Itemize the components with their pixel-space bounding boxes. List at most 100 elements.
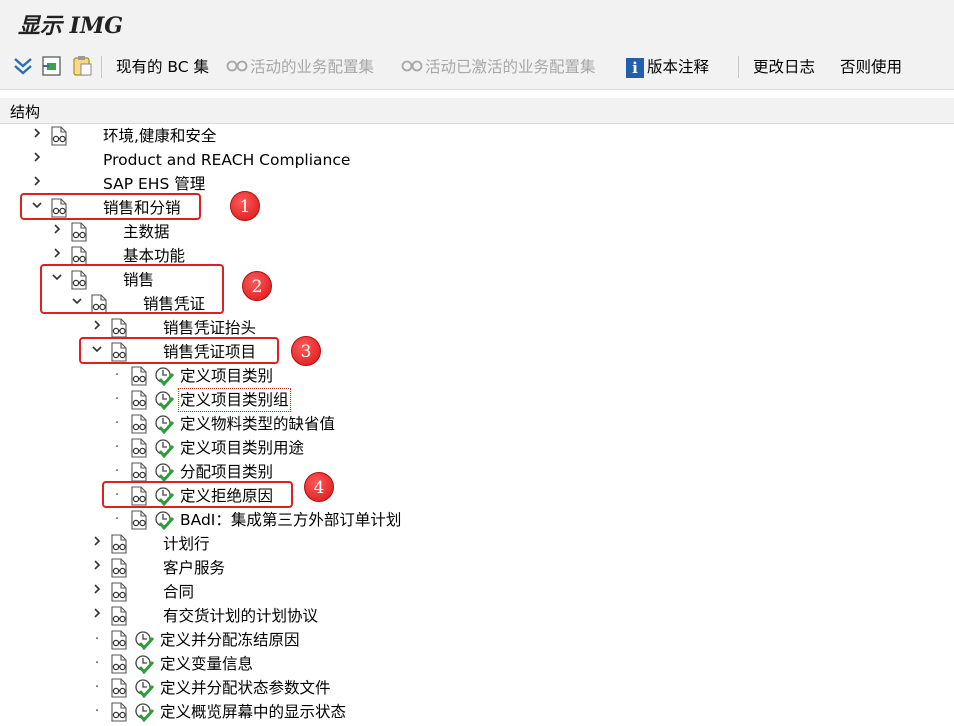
chevron-right-icon[interactable]	[50, 223, 64, 239]
tree-node[interactable]: 合同	[0, 580, 954, 604]
documentation-icon[interactable]	[50, 126, 68, 146]
bc-sets-button[interactable]: 现有的 BC 集	[116, 56, 209, 80]
documentation-icon[interactable]	[110, 678, 128, 698]
tree-node-label[interactable]: 定义项目类别组	[178, 388, 291, 412]
tree-node[interactable]: · 定义变量信息	[0, 652, 954, 676]
tree-node-label[interactable]: 客户服务	[163, 558, 225, 578]
tree-node-label[interactable]: Product and REACH Compliance	[103, 150, 350, 170]
tree-node[interactable]: · 定义项目类别用途	[0, 436, 954, 460]
execute-clock-icon[interactable]	[154, 366, 175, 387]
leaf-dot-icon: ·	[114, 511, 120, 527]
execute-clock-icon[interactable]	[134, 630, 155, 651]
documentation-icon[interactable]	[110, 702, 128, 722]
documentation-icon[interactable]	[70, 246, 88, 266]
position-icon[interactable]	[40, 54, 64, 78]
release-notes-button[interactable]: i 版本注释	[626, 56, 709, 80]
leaf-dot-icon: ·	[114, 439, 120, 455]
leaf-dot-icon: ·	[114, 463, 120, 479]
documentation-icon[interactable]	[110, 318, 128, 338]
execute-clock-icon[interactable]	[154, 438, 175, 459]
toolbar-separator	[101, 56, 102, 78]
chevron-right-icon[interactable]	[90, 319, 104, 335]
annotation-badge-2: 2	[242, 271, 272, 301]
documentation-icon[interactable]	[110, 654, 128, 674]
documentation-icon[interactable]	[130, 390, 148, 410]
structure-header: 结构	[0, 98, 954, 124]
active-bc-set-button[interactable]: 活动的业务配置集	[226, 56, 374, 80]
chevron-right-icon[interactable]	[30, 151, 44, 167]
glasses-icon	[226, 57, 248, 79]
tree-node-label[interactable]: 定义并分配状态参数文件	[160, 678, 331, 698]
expand-all-icon[interactable]	[12, 54, 34, 78]
tree-node[interactable]: Product and REACH Compliance	[0, 148, 954, 172]
documentation-icon[interactable]	[70, 222, 88, 242]
tree-node-label[interactable]: 计划行	[163, 534, 210, 554]
tree-node[interactable]: 主数据	[0, 220, 954, 244]
leaf-dot-icon: ·	[94, 703, 100, 719]
documentation-icon[interactable]	[110, 558, 128, 578]
execute-clock-icon[interactable]	[154, 414, 175, 435]
tree-node-label[interactable]: 定义项目类别	[180, 366, 273, 386]
glasses-icon	[401, 57, 423, 79]
documentation-icon[interactable]	[130, 462, 148, 482]
tree-node[interactable]: 有交货计划的计划协议	[0, 604, 954, 628]
tree-node-label[interactable]: 定义项目类别用途	[180, 438, 304, 458]
tree-node-label[interactable]: 定义并分配冻结原因	[160, 630, 300, 650]
chevron-right-icon[interactable]	[90, 607, 104, 623]
activated-bc-set-button[interactable]: 活动已激活的业务配置集	[401, 56, 596, 80]
documentation-icon[interactable]	[130, 414, 148, 434]
chevron-right-icon[interactable]	[90, 559, 104, 575]
change-log-button[interactable]: 更改日志	[753, 56, 815, 80]
clipboard-icon[interactable]	[70, 54, 94, 78]
chevron-right-icon[interactable]	[30, 175, 44, 191]
execute-clock-icon[interactable]	[154, 510, 175, 531]
tree-node-label[interactable]: 主数据	[123, 222, 170, 242]
window-title: 显示 IMG	[18, 13, 124, 39]
tree-node[interactable]: 计划行	[0, 532, 954, 556]
documentation-icon[interactable]	[110, 582, 128, 602]
title-bar: 显示 IMG	[0, 0, 954, 44]
documentation-icon[interactable]	[110, 606, 128, 626]
execute-clock-icon[interactable]	[134, 702, 155, 723]
leaf-dot-icon: ·	[94, 679, 100, 695]
tree-node[interactable]: · 定义项目类别组	[0, 388, 954, 412]
tree-node[interactable]: · 定义并分配冻结原因	[0, 628, 954, 652]
toolbar-separator	[738, 56, 739, 78]
tree-node-label[interactable]: 有交货计划的计划协议	[163, 606, 318, 626]
documentation-icon[interactable]	[130, 366, 148, 386]
tree-node-label[interactable]: 环境,健康和安全	[103, 126, 216, 146]
execute-clock-icon[interactable]	[134, 654, 155, 675]
chevron-right-icon[interactable]	[50, 247, 64, 263]
tree-node-label[interactable]: SAP EHS 管理	[103, 174, 205, 194]
tree-node-label[interactable]: 合同	[163, 582, 194, 602]
highlight-box-3	[79, 337, 279, 364]
tree-node[interactable]: · 定义物料类型的缺省值	[0, 412, 954, 436]
otherwise-button[interactable]: 否则使用	[840, 56, 902, 80]
tree-node-label[interactable]: BAdI：集成第三方外部订单计划	[180, 510, 401, 530]
tree-node-label[interactable]: 分配项目类别	[180, 462, 273, 482]
tree-node-label[interactable]: 定义变量信息	[160, 654, 253, 674]
execute-clock-icon[interactable]	[154, 462, 175, 483]
tree-node[interactable]: · 定义并分配状态参数文件	[0, 676, 954, 700]
tree-node[interactable]: · 定义项目类别	[0, 364, 954, 388]
documentation-icon[interactable]	[110, 630, 128, 650]
tree-node[interactable]: 环境,健康和安全	[0, 124, 954, 148]
tree-node[interactable]: · BAdI：集成第三方外部订单计划	[0, 508, 954, 532]
chevron-right-icon[interactable]	[30, 127, 44, 143]
tree-node-label[interactable]: 销售凭证抬头	[163, 318, 256, 338]
chevron-right-icon[interactable]	[90, 535, 104, 551]
tree-node[interactable]: 客户服务	[0, 556, 954, 580]
documentation-icon[interactable]	[130, 438, 148, 458]
documentation-icon[interactable]	[130, 510, 148, 530]
documentation-icon[interactable]	[110, 534, 128, 554]
execute-clock-icon[interactable]	[154, 390, 175, 411]
tree-node-label[interactable]: 定义概览屏幕中的显示状态	[160, 702, 346, 722]
leaf-dot-icon: ·	[94, 631, 100, 647]
chevron-right-icon[interactable]	[90, 583, 104, 599]
release-notes-label: 版本注释	[647, 58, 710, 76]
execute-clock-icon[interactable]	[134, 678, 155, 699]
highlight-box-4	[102, 481, 293, 508]
tree-node-label[interactable]: 定义物料类型的缺省值	[180, 414, 335, 434]
tree-node[interactable]: · 定义概览屏幕中的显示状态	[0, 700, 954, 724]
tree-node-label[interactable]: 基本功能	[123, 246, 185, 266]
